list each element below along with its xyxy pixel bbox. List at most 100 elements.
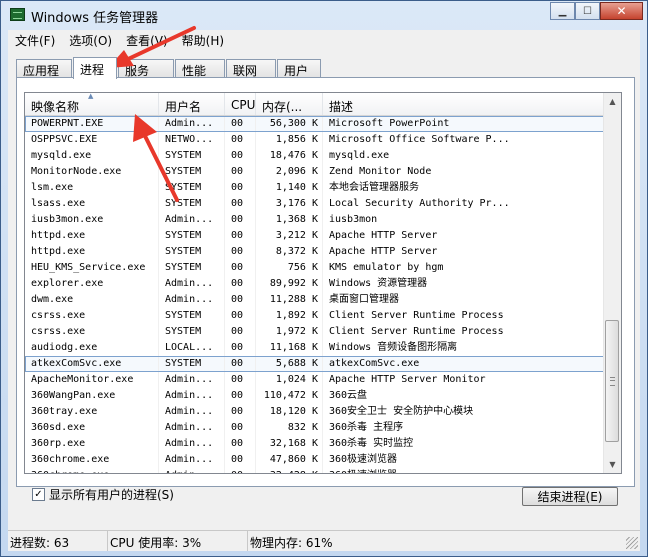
cell-cpu: 00 xyxy=(225,404,256,420)
cell-mem: 756 K xyxy=(256,260,323,276)
minimize-button[interactable]: ▁ xyxy=(550,2,575,20)
table-row[interactable]: MonitorNode.exe SYSTEM 00 2,096 K Zend Monit… xyxy=(25,164,605,180)
cell-name: explorer.exe xyxy=(25,276,159,292)
maximize-button[interactable]: ☐ xyxy=(575,2,600,20)
table-row[interactable]: 360chrome.exeAdmin...0032,428 K360极速浏览器 xyxy=(25,468,605,473)
show-all-label: 显示所有用户的进程(S) xyxy=(49,488,174,502)
scroll-thumb[interactable] xyxy=(605,320,619,442)
resize-grip-icon[interactable] xyxy=(626,537,638,549)
scroll-down-button[interactable]: ▼ xyxy=(604,456,621,473)
menu-help[interactable]: 帮助(H) xyxy=(175,32,231,49)
tab-services[interactable]: 服务 xyxy=(118,59,174,78)
cell-user: Admin... xyxy=(159,388,225,404)
table-row[interactable]: iusb3mon.exe Admin... 00 1,368 K iusb3mon xyxy=(25,212,605,228)
table-row[interactable]: audiodg.exe LOCAL... 00 11,168 K Windows 音频设… xyxy=(25,340,605,356)
cell-desc: 本地会话管理器服务 xyxy=(329,182,419,193)
cell-name: 360chrome.exe xyxy=(25,468,159,473)
table-row[interactable]: ApacheMonitor.exe Admin... 00 1,024 K Apache… xyxy=(25,372,605,388)
cell-name: lsm.exe xyxy=(25,180,159,196)
close-icon: ✕ xyxy=(616,4,627,18)
cell-desc: Windows 音频设备图形隔离 xyxy=(329,342,458,353)
cell-desc: 360极速浏览器 xyxy=(323,468,605,473)
table-row[interactable]: lsass.exe SYSTEM 00 3,176 K Local Security A… xyxy=(25,196,605,212)
table-row[interactable]: dwm.exe Admin... 00 11,288 K 桌面窗口管理器 xyxy=(25,292,605,308)
column-image-name[interactable]: ▲ 映像名称 xyxy=(25,93,159,115)
cell-mem: 832 K xyxy=(256,420,323,436)
cell-cpu: 00 xyxy=(225,452,256,468)
column-image-name-label: 映像名称 xyxy=(31,100,80,114)
column-memory[interactable]: 内存(... xyxy=(256,93,323,115)
cell-mem: 5,688 K xyxy=(256,356,323,372)
cell-cpu: 00 xyxy=(225,148,256,164)
table-row[interactable]: 360WangPan.exe Admin... 00 110,472 K 360云盘 xyxy=(25,388,605,404)
cell-user: NETWO... xyxy=(159,132,225,148)
cell-user: SYSTEM xyxy=(159,308,225,324)
cell-desc: Microsoft PowerPoint xyxy=(329,118,450,129)
cell-name: HEU_KMS_Service.exe xyxy=(25,260,159,276)
cell-name: ApacheMonitor.exe xyxy=(25,372,159,388)
cell-desc: KMS emulator by hgm xyxy=(329,262,444,273)
tab-performance[interactable]: 性能 xyxy=(175,59,225,78)
table-row[interactable]: 360tray.exe Admin... 00 18,120 K 360安全卫士 安全防… xyxy=(25,404,605,420)
cell-cpu: 00 xyxy=(225,260,256,276)
menu-view[interactable]: 查看(V) xyxy=(119,32,175,49)
close-button[interactable]: ✕ xyxy=(600,2,643,20)
cell-name: 360chrome.exe xyxy=(25,452,159,468)
table-row[interactable]: atkexComSvc.exe SYSTEM 00 5,688 KatkexComSv… xyxy=(25,356,605,372)
cell-mem: 1,140 K xyxy=(256,180,323,196)
tab-users[interactable]: 用户 xyxy=(277,59,321,78)
table-row[interactable]: HEU_KMS_Service.exe SYSTEM 00 756 K KMS emul… xyxy=(25,260,605,276)
cell-cpu: 00 xyxy=(225,292,256,308)
title-bar[interactable]: Windows 任务管理器 ▁ ☐ ✕ xyxy=(1,1,647,29)
cell-desc: Microsoft Office Software P... xyxy=(329,134,510,145)
cell-user: SYSTEM xyxy=(159,260,225,276)
cell-mem: 1,368 K xyxy=(256,212,323,228)
cell-name: iusb3mon.exe xyxy=(25,212,159,228)
cell-cpu: 00 xyxy=(225,308,256,324)
process-list[interactable]: ▲ 映像名称 用户名 CPU 内存(... 描述 POWERPNT.EXE Adm… xyxy=(24,92,622,474)
cell-desc: 360安全卫士 安全防护中心模块 xyxy=(329,406,474,417)
table-row[interactable]: 360chrome.exe Admin... 00 47,860 K 360极速浏览器 xyxy=(25,452,605,468)
cell-desc: Client Server Runtime Process xyxy=(329,326,504,337)
status-bar: 进程数: 63 CPU 使用率: 3% 物理内存: 61% xyxy=(8,530,640,551)
tab-processes[interactable]: 进程 xyxy=(73,57,117,79)
table-row[interactable]: 360rp.exe Admin... 00 32,168 K 360杀毒 实时监控 xyxy=(25,436,605,452)
cell-mem: 1,892 K xyxy=(256,308,323,324)
column-cpu[interactable]: CPU xyxy=(225,93,256,115)
cell-name: 360tray.exe xyxy=(25,404,159,420)
cell-mem: 18,476 K xyxy=(256,148,323,164)
cell-user: LOCAL... xyxy=(159,340,225,356)
table-row[interactable]: httpd.exe SYSTEM 00 3,212 K Apache HTTP Serv… xyxy=(25,228,605,244)
end-process-button[interactable]: 结束进程(E) xyxy=(522,487,618,506)
cell-user: Admin... xyxy=(159,292,225,308)
menu-options[interactable]: 选项(O) xyxy=(62,32,119,49)
table-row[interactable]: POWERPNT.EXE Admin... 00 56,300 K Microsoft … xyxy=(25,116,605,132)
cell-name: OSPPSVC.EXE xyxy=(25,132,159,148)
column-description[interactable]: 描述 xyxy=(323,93,605,115)
table-row[interactable]: csrss.exe SYSTEM 00 1,972 K Client Server Ru… xyxy=(25,324,605,340)
table-row[interactable]: mysqld.exe SYSTEM 00 18,476 Kmysqld.exe xyxy=(25,148,605,164)
table-row[interactable]: httpd.exe SYSTEM 00 8,372 K Apache HTTP Serv… xyxy=(25,244,605,260)
scroll-up-button[interactable]: ▲ xyxy=(604,93,621,110)
cell-desc: 360云盘 xyxy=(329,390,368,401)
list-header: ▲ 映像名称 用户名 CPU 内存(... 描述 xyxy=(25,93,605,116)
window-title: Windows 任务管理器 xyxy=(31,11,159,26)
cell-cpu: 00 xyxy=(225,180,256,196)
tab-applications[interactable]: 应用程序 xyxy=(16,59,72,95)
cell-desc: 360极速浏览器 xyxy=(329,454,398,465)
table-row[interactable]: csrss.exe SYSTEM 00 1,892 K Client Server Ru… xyxy=(25,308,605,324)
cell-mem: 8,372 K xyxy=(256,244,323,260)
menu-file[interactable]: 文件(F) xyxy=(8,32,62,49)
table-row[interactable]: OSPPSVC.EXE NETWO... 00 1,856 K Microsoft Of… xyxy=(25,132,605,148)
table-row[interactable]: lsm.exe SYSTEM 00 1,140 K 本地会话管理器服务 xyxy=(25,180,605,196)
show-all-checkbox[interactable]: ✓ xyxy=(32,488,45,501)
vertical-scrollbar[interactable]: ▲ ▼ xyxy=(603,93,621,473)
table-row[interactable]: 360sd.exe Admin... 00 832 K 360杀毒 主程序 xyxy=(25,420,605,436)
column-user[interactable]: 用户名 xyxy=(159,93,225,115)
table-row[interactable]: explorer.exe Admin... 00 89,992 K Windows 资源… xyxy=(25,276,605,292)
cell-user: Admin... xyxy=(159,404,225,420)
tab-networking[interactable]: 联网 xyxy=(226,59,276,78)
cell-user: SYSTEM xyxy=(159,324,225,340)
show-all-users-option[interactable]: ✓ 显示所有用户的进程(S) xyxy=(32,486,174,503)
cell-mem: 1,024 K xyxy=(256,372,323,388)
